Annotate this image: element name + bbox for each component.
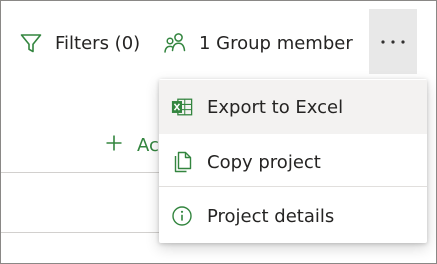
menu-item-export-to-excel[interactable]: Export to Excel bbox=[159, 80, 427, 134]
add-button[interactable]: Ac bbox=[105, 132, 159, 158]
members-label: 1 Group member bbox=[199, 32, 353, 54]
people-icon bbox=[163, 31, 187, 55]
plus-icon bbox=[105, 134, 123, 157]
menu-item-project-details[interactable]: Project details bbox=[159, 189, 427, 243]
toolbar: Filters (0) 1 Group member bbox=[1, 1, 436, 75]
menu-item-label: Export to Excel bbox=[207, 96, 344, 118]
excel-icon bbox=[171, 96, 193, 118]
more-options-menu: Export to Excel Copy project Project det… bbox=[159, 79, 427, 243]
menu-separator bbox=[159, 186, 427, 187]
filters-button[interactable]: Filters (0) bbox=[19, 26, 140, 60]
menu-item-label: Copy project bbox=[207, 151, 321, 173]
copy-icon bbox=[171, 151, 193, 173]
info-icon bbox=[171, 205, 193, 227]
filters-label: Filters (0) bbox=[55, 32, 141, 54]
window-frame: Filters (0) 1 Group member Ac Export to … bbox=[0, 0, 437, 264]
row-divider bbox=[1, 172, 161, 173]
add-label: Ac bbox=[137, 134, 159, 156]
menu-item-copy-project[interactable]: Copy project bbox=[159, 135, 427, 189]
ellipsis-icon bbox=[380, 39, 406, 45]
menu-item-label: Project details bbox=[207, 205, 335, 227]
more-options-button[interactable] bbox=[369, 9, 417, 74]
group-members-button[interactable]: 1 Group member bbox=[163, 26, 353, 60]
row-divider bbox=[1, 232, 161, 233]
filter-icon bbox=[19, 31, 43, 55]
